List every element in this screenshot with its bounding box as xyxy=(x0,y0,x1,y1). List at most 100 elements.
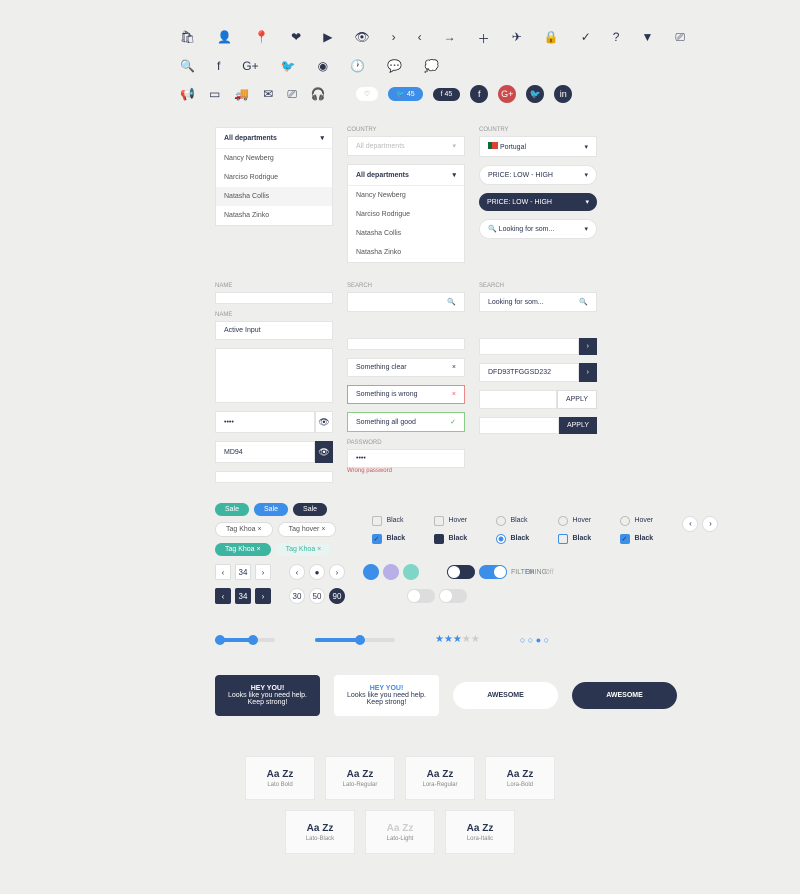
active-input[interactable]: Active Input xyxy=(215,321,333,340)
promo-input[interactable] xyxy=(479,417,559,434)
password-visible-input[interactable]: MD94 xyxy=(215,441,315,463)
next-button[interactable]: › xyxy=(329,564,345,580)
tag-chip[interactable]: Tag Khoa × xyxy=(276,543,332,556)
dropdown-item[interactable]: Natasha Zinko xyxy=(348,243,464,262)
empty-input[interactable] xyxy=(215,471,333,483)
search-pill[interactable]: 🔍 Looking for som...▾ xyxy=(479,219,597,239)
dropdown-item[interactable]: Natasha Collis xyxy=(348,224,464,243)
progress-slider[interactable] xyxy=(315,638,395,642)
dropdown-item[interactable]: Narciso Rodrigue xyxy=(348,205,464,224)
font-card[interactable]: Aa ZzLato-Regular xyxy=(325,756,395,800)
prev-button[interactable]: ‹ xyxy=(682,516,698,532)
step-dots[interactable]: ○ ○ ● ○ xyxy=(520,635,549,645)
tag-chip[interactable]: Tag Khoa × xyxy=(215,543,271,556)
dropdown-item[interactable]: Natasha Collis xyxy=(216,187,332,206)
search-input[interactable]: 🔍 xyxy=(347,292,465,312)
dropdown-item[interactable]: Nancy Newberg xyxy=(216,149,332,168)
dropdown-item[interactable]: Narciso Rodrigue xyxy=(216,168,332,187)
message-icon: 💭 xyxy=(424,59,439,73)
page-number[interactable]: 50 xyxy=(309,588,325,604)
font-card[interactable]: Aa ZzLora-Italic xyxy=(445,810,515,854)
radio-checked[interactable]: Black xyxy=(496,534,542,544)
filtering-off[interactable]: Off xyxy=(544,569,553,576)
departments-select[interactable]: All departments▾ xyxy=(347,136,465,156)
toggle-disabled[interactable] xyxy=(439,589,467,603)
toggle-off[interactable] xyxy=(447,565,475,579)
clear-input[interactable]: Something clear× xyxy=(347,358,465,377)
success-input[interactable]: Something all good✓ xyxy=(347,412,465,432)
sale-tag[interactable]: Sale xyxy=(293,503,327,516)
font-card[interactable]: Aa ZzLato-Black xyxy=(285,810,355,854)
radio-hover[interactable]: Hover xyxy=(620,516,666,526)
radio-hover[interactable]: Hover xyxy=(558,516,604,526)
promo-input[interactable] xyxy=(479,390,557,409)
font-card[interactable]: Aa ZzLato Bold xyxy=(245,756,315,800)
page-number[interactable]: 30 xyxy=(289,588,305,604)
color-swatch[interactable] xyxy=(403,564,419,580)
checkbox-checked[interactable]: ✓Black xyxy=(434,534,480,544)
toggle-password-button[interactable]: 👁 xyxy=(315,441,333,463)
checkbox-hover[interactable]: Hover xyxy=(434,516,480,526)
name-input[interactable] xyxy=(215,292,333,304)
box-checked[interactable]: Black xyxy=(558,534,604,544)
facebook-share-button[interactable]: f 45 xyxy=(433,88,461,101)
like-pill[interactable]: ♡ xyxy=(356,87,378,101)
font-card[interactable]: Aa ZzLora-Bold xyxy=(485,756,555,800)
password-input[interactable]: •••• xyxy=(347,449,465,468)
star-rating[interactable]: ★★★★★ xyxy=(435,634,480,645)
error-input[interactable]: Something is wrong× xyxy=(347,385,465,404)
tag-chip[interactable]: Tag hover × xyxy=(278,522,337,537)
departments-dropdown-open[interactable]: All departments▾ Nancy Newberg Narciso R… xyxy=(347,164,465,263)
code-input-placeholder[interactable] xyxy=(479,338,579,355)
textarea-input[interactable] xyxy=(215,348,333,403)
range-slider[interactable] xyxy=(215,638,275,642)
close-icon[interactable]: × xyxy=(452,364,456,371)
apply-button-dark[interactable]: APPLY xyxy=(559,417,597,434)
dropdown-item[interactable]: Nancy Newberg xyxy=(348,186,464,205)
close-icon[interactable]: × xyxy=(452,391,456,398)
sale-tag[interactable]: Sale xyxy=(215,503,249,516)
checkbox-checked[interactable]: ✓Black xyxy=(372,534,418,544)
sale-tag[interactable]: Sale xyxy=(254,503,288,516)
tag-chip[interactable]: Tag Khoa × xyxy=(215,522,273,537)
price-sort-select-dark[interactable]: PRICE: LOW - HIGH▾ xyxy=(479,193,597,211)
password-input[interactable]: •••• xyxy=(215,411,315,433)
box-checked-blue[interactable]: ✓Black xyxy=(620,534,666,544)
font-card[interactable]: Aa ZzLora-Regular xyxy=(405,756,475,800)
page-number[interactable]: 34 xyxy=(235,564,251,580)
googleplus-circle-button[interactable]: G+ xyxy=(498,85,516,103)
toggle-password-button[interactable]: 👁 xyxy=(315,411,333,433)
toggle-disabled[interactable] xyxy=(407,589,435,603)
facebook-circle-button[interactable]: f xyxy=(470,85,488,103)
submit-button[interactable]: › xyxy=(579,363,597,382)
font-card[interactable]: Aa ZzLato-Light xyxy=(365,810,435,854)
page-number[interactable]: 34 xyxy=(235,588,251,604)
next-button[interactable]: › xyxy=(255,588,271,604)
prev-button[interactable]: ‹ xyxy=(289,564,305,580)
apply-button[interactable]: APPLY xyxy=(557,390,597,409)
twitter-circle-button[interactable]: 🐦 xyxy=(526,85,544,103)
linkedin-circle-button[interactable]: in xyxy=(554,85,572,103)
next-button[interactable]: › xyxy=(255,564,271,580)
dropdown-item[interactable]: Natasha Zinko xyxy=(216,206,332,225)
color-swatch[interactable] xyxy=(383,564,399,580)
color-swatch[interactable] xyxy=(363,564,379,580)
page-number[interactable]: 90 xyxy=(329,588,345,604)
facebook-icon: f xyxy=(217,59,220,73)
search-input-2[interactable]: Looking for som...🔍 xyxy=(479,292,597,312)
next-button[interactable]: › xyxy=(702,516,718,532)
radio-unchecked[interactable]: Black xyxy=(496,516,542,526)
country-select[interactable]: Portugal▾ xyxy=(479,136,597,157)
price-sort-select[interactable]: PRICE: LOW - HIGH▾ xyxy=(479,165,597,185)
twitter-share-button[interactable]: 🐦 45 xyxy=(388,87,422,101)
prev-button[interactable]: ‹ xyxy=(215,564,231,580)
departments-dropdown[interactable]: All departments▾ Nancy Newberg Narciso R… xyxy=(215,127,333,226)
checkbox-unchecked[interactable]: Black xyxy=(372,516,418,526)
toggle-on[interactable] xyxy=(479,565,507,579)
code-input[interactable]: DFD93TFGGSD232 xyxy=(479,363,579,382)
disabled-input[interactable] xyxy=(347,338,465,350)
page-dot[interactable]: ● xyxy=(309,564,325,580)
prev-button[interactable]: ‹ xyxy=(215,588,231,604)
submit-button[interactable]: › xyxy=(579,338,597,355)
filtering-on[interactable]: On xyxy=(525,569,534,576)
